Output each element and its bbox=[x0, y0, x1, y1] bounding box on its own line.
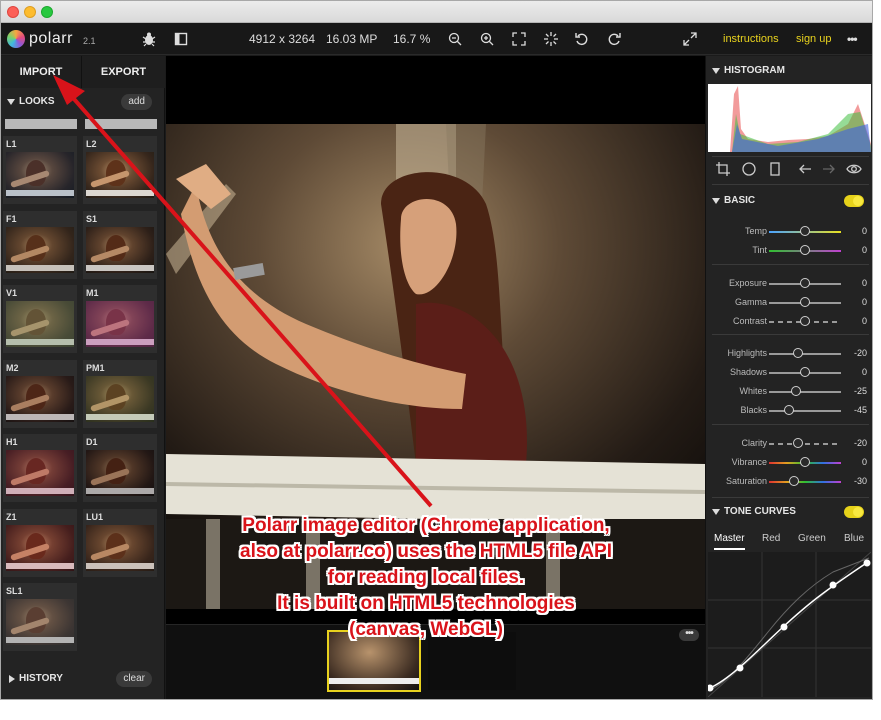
app-window: polarr 2.1 4912 x 3264 16.03 MP 16.7 % i… bbox=[0, 0, 873, 700]
annotation-line: for reading local files. bbox=[327, 567, 525, 588]
annotation-caption: Polarr image editor (Chrome application,… bbox=[171, 513, 681, 643]
annotation-line: also at polarr.co) uses the HTML5 file A… bbox=[240, 541, 612, 562]
annotation-line: (canvas, WebGL) bbox=[349, 619, 503, 640]
annotation-line: It is built on HTML5 technologies bbox=[277, 593, 575, 614]
annotation-line: Polarr image editor (Chrome application, bbox=[242, 515, 610, 536]
